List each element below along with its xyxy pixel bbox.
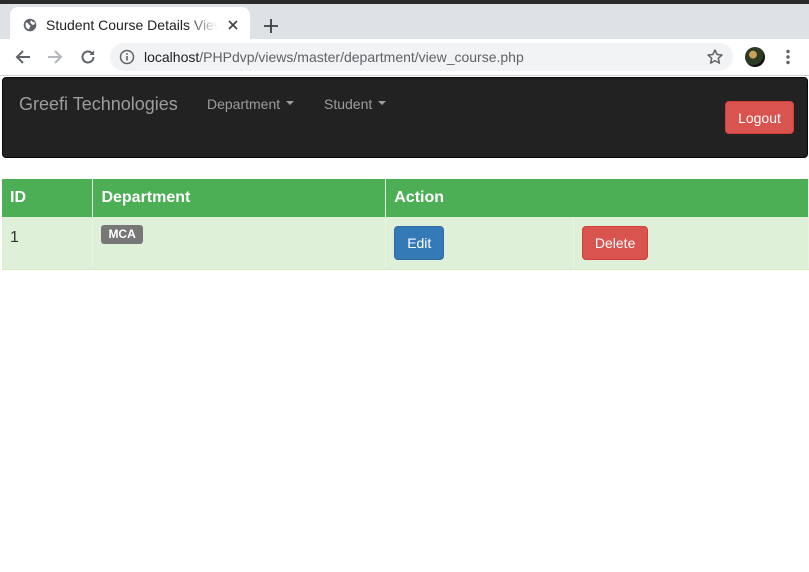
header-department: Department	[92, 179, 387, 217]
new-tab-button[interactable]	[258, 13, 284, 39]
menu-department-label: Department	[207, 96, 281, 112]
plus-icon	[264, 19, 278, 33]
browser-tabstrip: Student Course Details View	[0, 0, 809, 43]
table-row: 1 MCA Edit Delete	[2, 217, 809, 270]
logout-button[interactable]: Logout	[725, 101, 794, 134]
browser-toolbar: localhost/PHPdvp/views/master/department…	[0, 39, 809, 76]
menu-student[interactable]: Student	[324, 96, 387, 112]
cell-id: 1	[2, 217, 94, 270]
department-badge: MCA	[101, 225, 143, 244]
bookmark-star-icon[interactable]	[706, 48, 724, 66]
caret-down-icon	[378, 101, 387, 106]
info-icon[interactable]	[119, 49, 135, 65]
forward-button[interactable]	[43, 45, 67, 69]
reload-button[interactable]	[76, 45, 100, 69]
url-path: /PHPdvp/views/master/department/view_cou…	[199, 49, 524, 65]
caret-down-icon	[286, 101, 295, 106]
globe-icon	[23, 18, 37, 32]
header-id: ID	[2, 179, 94, 217]
delete-button[interactable]: Delete	[582, 226, 649, 260]
cell-department: MCA	[92, 217, 387, 270]
tab-close-icon[interactable]	[224, 16, 242, 34]
browser-menu-icon[interactable]	[780, 47, 796, 67]
url-host: localhost	[144, 49, 200, 65]
url-text: localhost/PHPdvp/views/master/department…	[144, 49, 524, 65]
profile-avatar[interactable]	[745, 47, 765, 67]
back-button[interactable]	[11, 45, 35, 69]
browser-tab[interactable]: Student Course Details View	[10, 7, 250, 43]
header-action: Action	[385, 179, 809, 217]
arrow-left-icon	[15, 50, 30, 64]
edit-button[interactable]: Edit	[394, 226, 445, 260]
reload-icon	[81, 50, 95, 64]
address-bar[interactable]: localhost/PHPdvp/views/master/department…	[110, 43, 733, 71]
menu-department[interactable]: Department	[207, 96, 295, 112]
navbar-brand[interactable]: Greefi Technologies	[19, 94, 178, 115]
menu-student-label: Student	[324, 96, 373, 112]
cell-delete: Delete	[573, 217, 809, 270]
table-header-row: ID Department Action	[2, 179, 809, 217]
site-navbar: Greefi Technologies Department Student L…	[2, 77, 808, 158]
tab-title: Student Course Details View	[46, 17, 218, 33]
cell-edit: Edit	[385, 217, 575, 270]
arrow-right-icon	[48, 50, 63, 64]
course-table: ID Department Action 1 MCA Edit Delete	[2, 179, 809, 270]
